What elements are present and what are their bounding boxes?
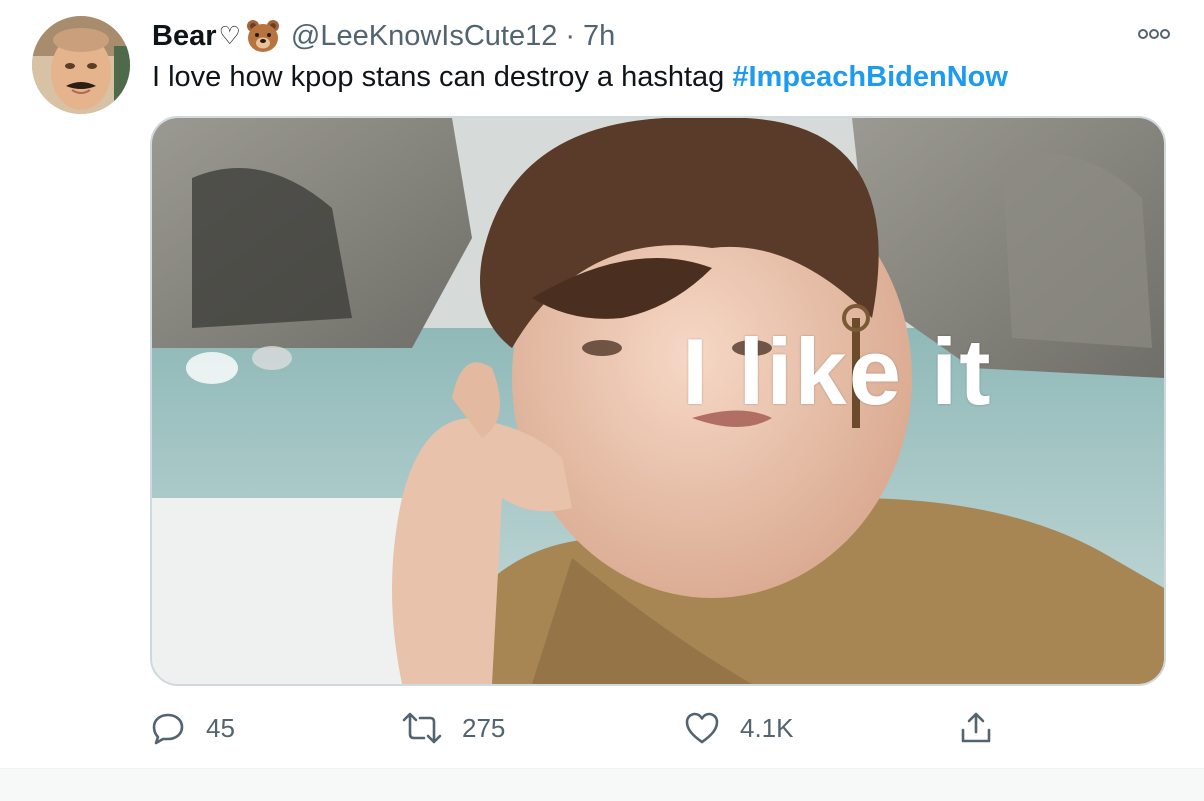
feed-divider: [0, 768, 1204, 801]
share-icon: [961, 712, 991, 743]
tweet: Bear ♡ @LeeKnowIsCute12 · 7h I love how …: [0, 0, 1204, 770]
like-count: 4.1K: [740, 712, 794, 743]
like-button[interactable]: 4.1K: [684, 706, 794, 750]
reply-count: 45: [206, 712, 235, 743]
retweet-count: 275: [462, 712, 506, 743]
retweet-icon: [402, 712, 442, 744]
share-button[interactable]: [958, 706, 1014, 750]
timestamp[interactable]: 7h: [583, 20, 615, 53]
reply-button[interactable]: 45: [150, 706, 235, 750]
bear-face-emoji-icon: [245, 18, 281, 54]
display-name[interactable]: Bear: [152, 20, 217, 53]
more-options-button[interactable]: [1136, 22, 1172, 46]
name-heart-glyph: ♡: [218, 22, 241, 50]
separator-dot: ·: [565, 19, 576, 52]
tweet-header: Bear ♡ @LeeKnowIsCute12 · 7h: [152, 16, 615, 56]
tweet-actions: 45 275 4.1K: [150, 706, 1010, 750]
tweet-body: I love how kpop stans can destroy a hash…: [152, 61, 733, 93]
meme-image: [152, 118, 1164, 684]
user-handle[interactable]: @LeeKnowIsCute12: [291, 20, 557, 53]
meme-caption: I like it: [682, 319, 993, 424]
avatar[interactable]: [32, 16, 130, 114]
more-options-icon: [1138, 29, 1170, 39]
tweet-media[interactable]: I like it: [150, 116, 1166, 686]
retweet-button[interactable]: 275: [402, 706, 505, 750]
tweet-text: I love how kpop stans can destroy a hash…: [152, 58, 1008, 96]
reply-icon: [152, 713, 184, 745]
like-icon: [685, 712, 719, 744]
hashtag-link[interactable]: #ImpeachBidenNow: [732, 61, 1008, 93]
